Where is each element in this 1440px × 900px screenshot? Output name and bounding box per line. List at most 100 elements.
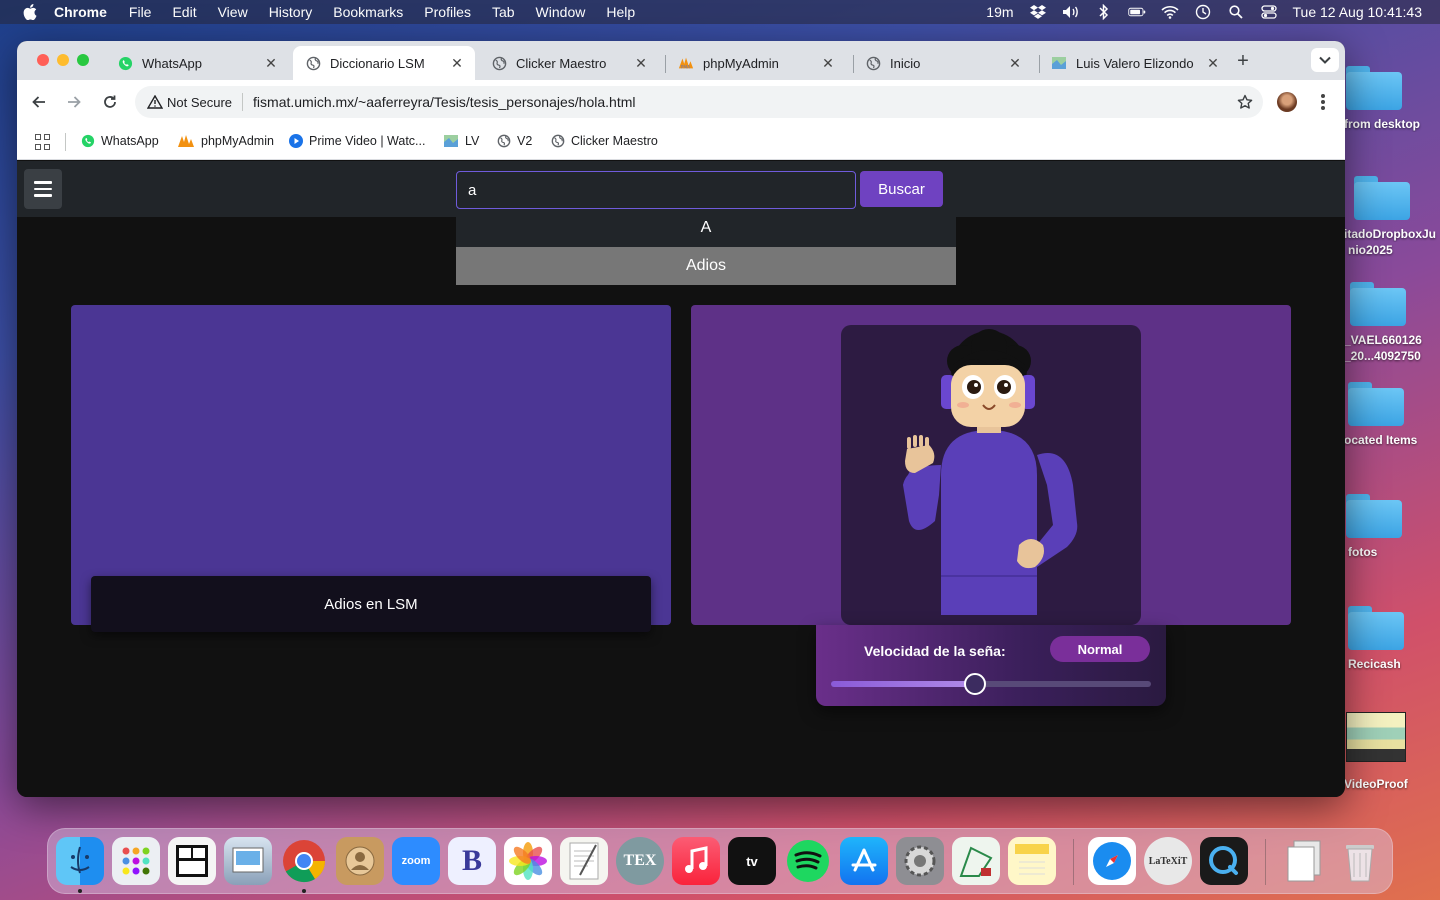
mission-control-icon[interactable] xyxy=(168,837,216,885)
preview-icon[interactable] xyxy=(224,837,272,885)
close-window-button[interactable] xyxy=(37,54,49,66)
app-store-icon[interactable] xyxy=(840,837,888,885)
chrome-icon[interactable] xyxy=(280,837,328,885)
menu-edit[interactable]: Edit xyxy=(172,4,196,20)
desktop-folder[interactable]: Recicash xyxy=(1344,606,1440,672)
clock[interactable]: Tue 12 Aug 10:41:43 xyxy=(1293,4,1422,20)
search-input[interactable]: a xyxy=(456,171,856,209)
speed-slider[interactable] xyxy=(831,673,1151,695)
bookmark-label: Clicker Maestro xyxy=(571,134,658,148)
launchpad-icon[interactable] xyxy=(112,837,160,885)
volume-icon[interactable] xyxy=(1062,4,1080,20)
bookmark-phpmyadmin[interactable]: phpMyAdmin xyxy=(177,134,274,148)
tab-inicio[interactable]: Inicio ✕ xyxy=(853,46,1033,80)
music-icon[interactable] xyxy=(672,837,720,885)
bookmark-clicker-maestro[interactable]: Clicker Maestro xyxy=(551,134,658,148)
globe-icon xyxy=(497,134,511,148)
bookmark-whatsapp[interactable]: WhatsApp xyxy=(81,134,159,148)
tab-phpmyadmin[interactable]: PMA phpMyAdmin ✕ xyxy=(666,46,846,80)
contacts-icon[interactable] xyxy=(336,837,384,885)
menu-app-name[interactable]: Chrome xyxy=(54,4,107,20)
address-bar[interactable]: Not Secure fismat.umich.mx/~aaferreyra/T… xyxy=(135,86,1263,118)
profile-avatar[interactable] xyxy=(1277,92,1297,112)
battery-icon[interactable] xyxy=(1127,4,1146,20)
desktop-folder[interactable]: ocated Items xyxy=(1344,382,1440,448)
hamburger-menu-button[interactable] xyxy=(24,169,62,209)
quicktime-icon[interactable] xyxy=(1200,837,1248,885)
tab-search-button[interactable] xyxy=(1311,48,1339,72)
timer-status[interactable]: 19m xyxy=(986,4,1013,20)
tex-shop-icon[interactable]: TEX xyxy=(616,837,664,885)
spotify-icon[interactable] xyxy=(784,837,832,885)
browser-menu-button[interactable] xyxy=(1315,92,1331,112)
apps-grid-icon[interactable] xyxy=(35,134,51,150)
wifi-icon[interactable] xyxy=(1160,4,1179,20)
desktop-file[interactable]: VideoProof xyxy=(1344,712,1440,792)
map-icon xyxy=(443,134,459,148)
menu-profiles[interactable]: Profiles xyxy=(424,4,471,20)
security-indicator[interactable]: Not Secure xyxy=(147,94,232,110)
new-tab-button[interactable]: + xyxy=(1233,50,1253,72)
desktop-folder[interactable]: _VAEL660126 _20...4092750 xyxy=(1344,282,1440,364)
tab-whatsapp[interactable]: WhatsApp ✕ xyxy=(105,46,289,80)
suggestion-item[interactable]: A xyxy=(456,209,956,247)
spotlight-search-icon[interactable] xyxy=(1227,4,1245,20)
search-button[interactable]: Buscar xyxy=(860,171,943,207)
apple-tv-icon[interactable]: tv xyxy=(728,837,776,885)
bookmark-lv[interactable]: LV xyxy=(443,134,479,148)
menu-window[interactable]: Window xyxy=(536,4,586,20)
close-tab-icon[interactable]: ✕ xyxy=(263,55,279,71)
omnibox-separator xyxy=(242,93,244,111)
minimize-window-button[interactable] xyxy=(57,54,69,66)
dropbox-icon[interactable] xyxy=(1029,4,1047,20)
arrow-right-icon xyxy=(68,96,81,108)
dock: zoom B TEX tv LaTeXiT xyxy=(47,828,1393,894)
bookmark-prime-video[interactable]: Prime Video | Watc... xyxy=(289,134,425,148)
close-tab-icon[interactable]: ✕ xyxy=(633,55,649,71)
bbedit-icon[interactable]: B xyxy=(448,837,496,885)
menu-help[interactable]: Help xyxy=(606,4,635,20)
safari-icon[interactable] xyxy=(1088,837,1136,885)
zoom-window-button[interactable] xyxy=(77,54,89,66)
tab-diccionario-lsm[interactable]: Diccionario LSM ✕ xyxy=(293,46,475,80)
textedit-icon[interactable] xyxy=(560,837,608,885)
desktop-folder[interactable]: fotos xyxy=(1344,494,1440,560)
tab-luis-valero-elizondo[interactable]: Luis Valero Elizondo ✕ xyxy=(1039,46,1219,80)
signing-avatar-viewport[interactable] xyxy=(841,325,1141,625)
reload-button[interactable] xyxy=(100,92,120,112)
system-preferences-icon[interactable] xyxy=(896,837,944,885)
menu-history[interactable]: History xyxy=(269,4,313,20)
desktop-folder[interactable]: itadoDropboxJu nio2025 xyxy=(1344,176,1440,258)
cabri-geometry-icon[interactable] xyxy=(952,837,1000,885)
downloads-stack-icon[interactable] xyxy=(1280,837,1328,885)
latexit-icon[interactable]: LaTeXiT xyxy=(1144,837,1192,885)
menu-file[interactable]: File xyxy=(129,4,152,20)
desktop-folder[interactable]: from desktop xyxy=(1344,66,1440,132)
photos-icon[interactable] xyxy=(504,837,552,885)
close-tab-icon[interactable]: ✕ xyxy=(1007,55,1023,71)
suggestion-item[interactable]: Adios xyxy=(456,247,956,285)
close-tab-icon[interactable]: ✕ xyxy=(1205,55,1221,71)
bookmark-star-icon[interactable] xyxy=(1237,94,1253,110)
time-machine-icon[interactable] xyxy=(1194,4,1212,20)
control-center-icon[interactable] xyxy=(1260,4,1278,20)
menu-view[interactable]: View xyxy=(218,4,248,20)
url-text[interactable]: fismat.umich.mx/~aaferreyra/Tesis/tesis_… xyxy=(253,94,635,110)
forward-button[interactable] xyxy=(64,92,84,112)
tab-title: Diccionario LSM xyxy=(330,55,425,71)
close-tab-icon[interactable]: ✕ xyxy=(820,55,836,71)
trash-icon[interactable] xyxy=(1336,837,1384,885)
close-tab-icon[interactable]: ✕ xyxy=(449,55,465,71)
menu-bookmarks[interactable]: Bookmarks xyxy=(333,4,403,20)
speed-slider-thumb[interactable] xyxy=(964,673,986,695)
menu-tab[interactable]: Tab xyxy=(492,4,515,20)
running-indicator xyxy=(302,889,306,893)
bookmark-v2[interactable]: V2 xyxy=(497,134,532,148)
zoom-icon[interactable]: zoom xyxy=(392,837,440,885)
apple-icon[interactable] xyxy=(20,4,40,20)
notes-icon[interactable] xyxy=(1008,837,1056,885)
back-button[interactable] xyxy=(29,92,49,112)
tab-clicker-maestro[interactable]: Clicker Maestro ✕ xyxy=(479,46,659,80)
bluetooth-icon[interactable] xyxy=(1095,4,1113,20)
finder-icon[interactable] xyxy=(56,837,104,885)
